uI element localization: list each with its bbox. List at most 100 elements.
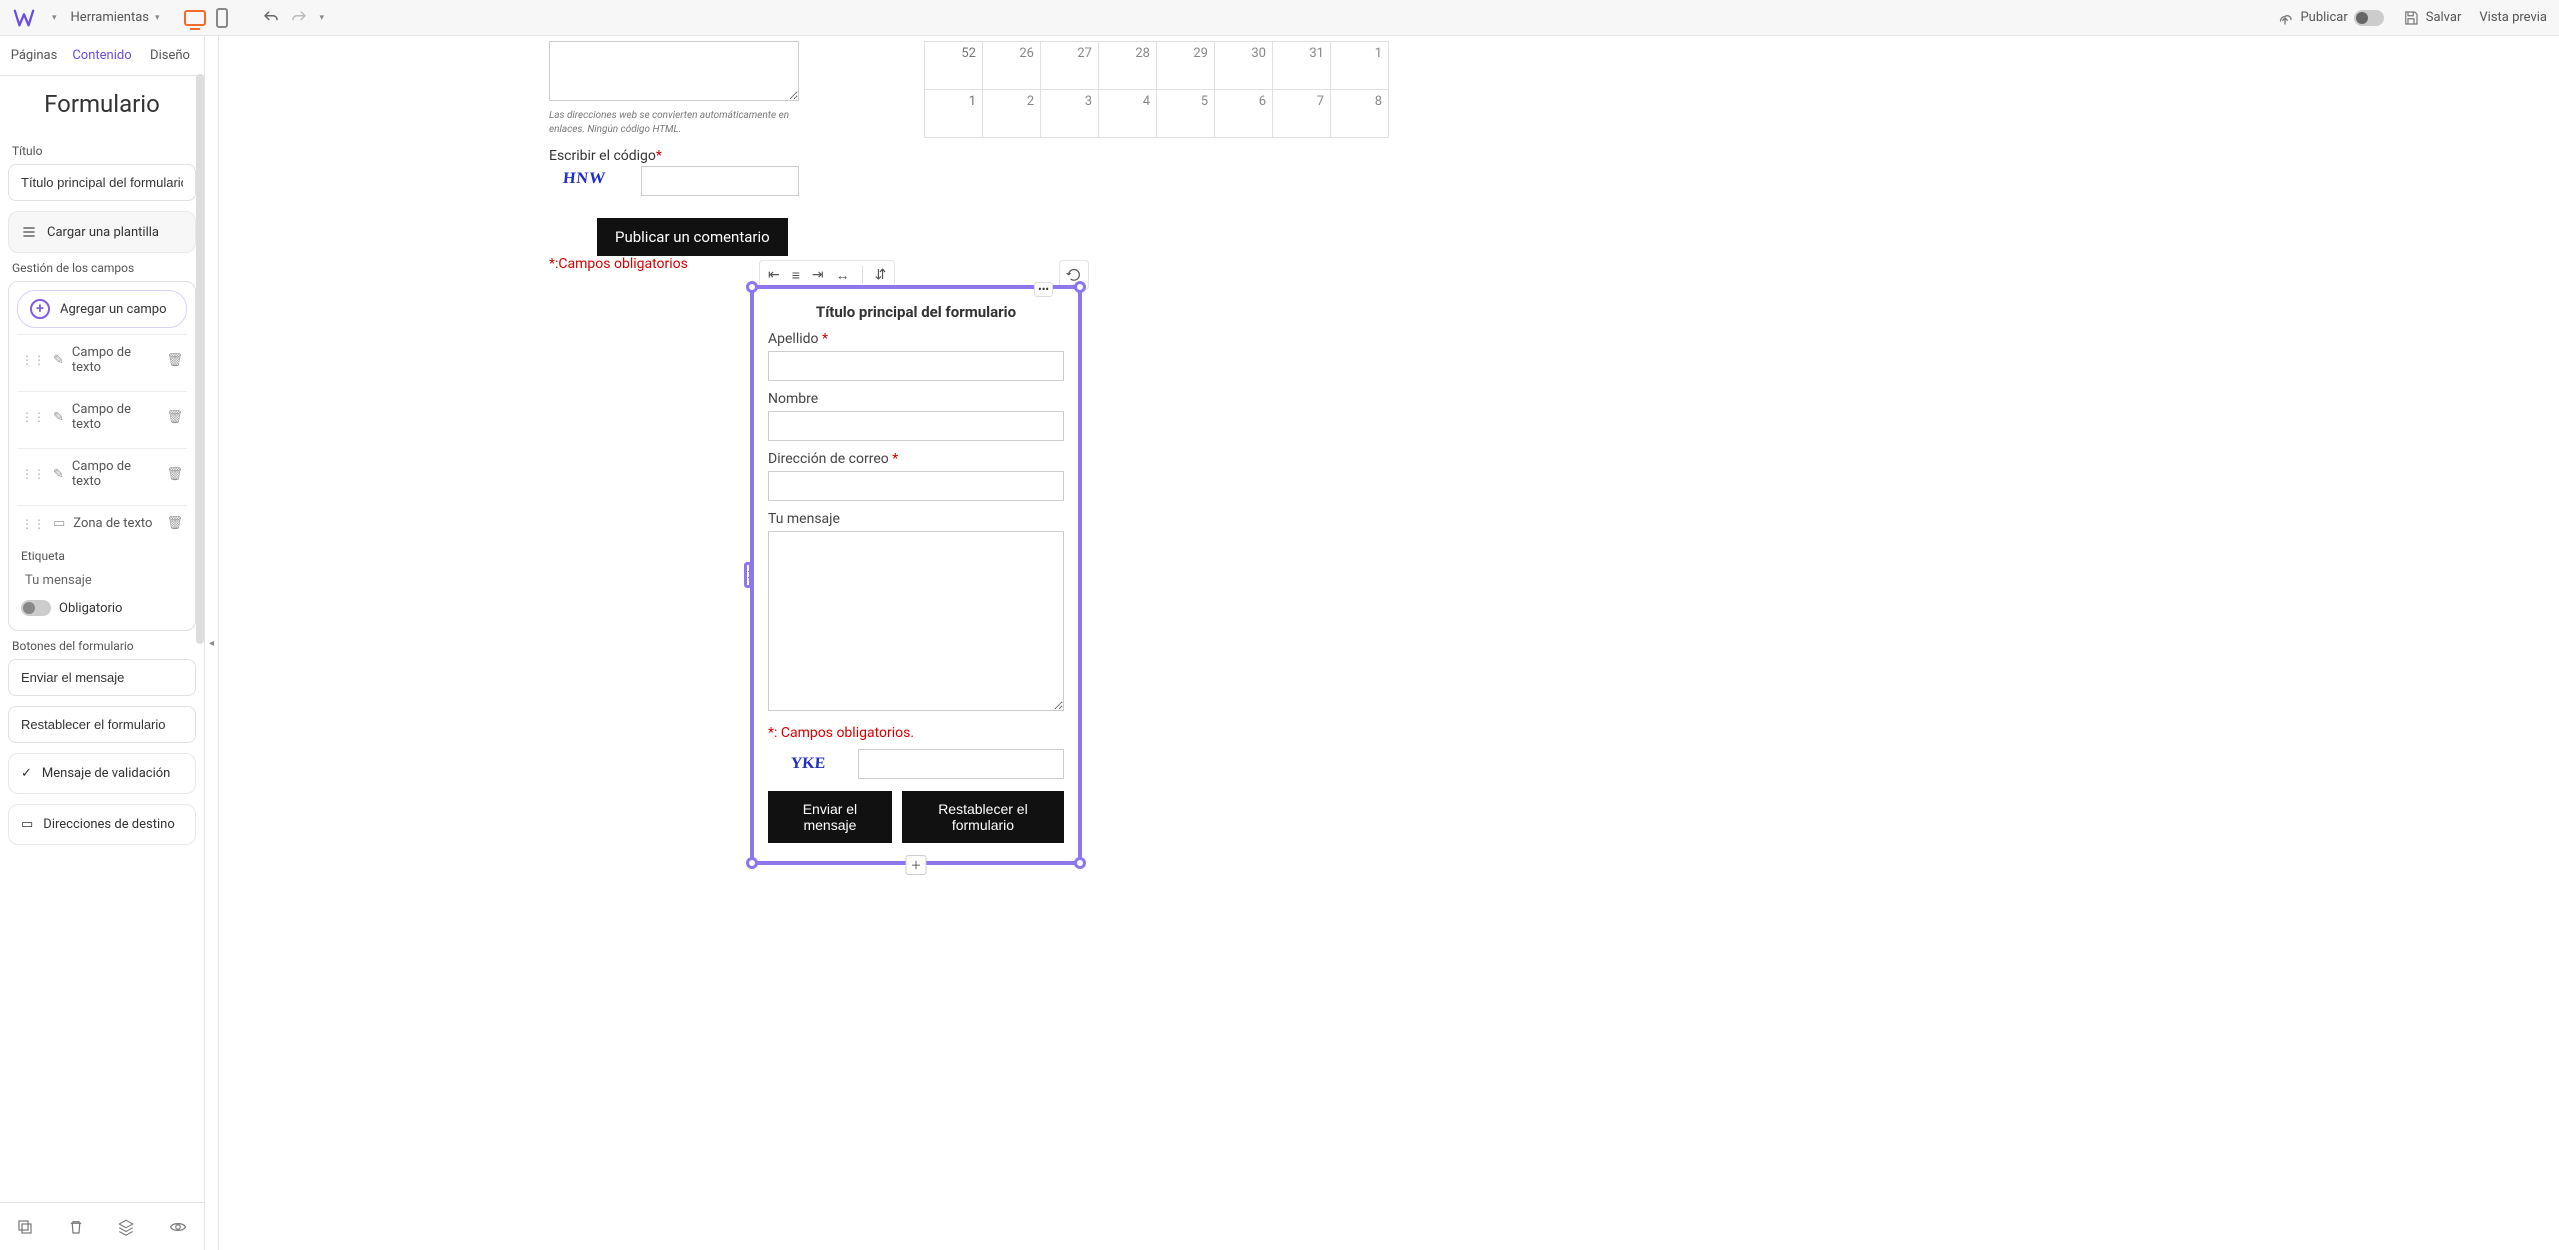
calendar-day[interactable]: 1 — [1331, 42, 1389, 90]
captcha-input[interactable] — [641, 166, 799, 196]
calendar-day[interactable]: 27 — [1041, 42, 1099, 90]
field-item[interactable]: ⋮⋮ ✎ Campo de texto 🗑 — [17, 334, 187, 385]
save-label: Salvar — [2426, 10, 2462, 25]
edit-icon[interactable]: ✎ — [53, 467, 64, 482]
calendar-day[interactable]: 29 — [1157, 42, 1215, 90]
target-addresses-button[interactable]: ▭ Direcciones de destino — [8, 804, 196, 845]
calendar-day[interactable]: 8 — [1331, 90, 1389, 138]
comment-textarea[interactable] — [549, 41, 799, 101]
calendar-row: 52 26 27 28 29 30 31 1 — [925, 42, 1389, 90]
calendar-day[interactable]: 30 — [1215, 42, 1273, 90]
required-toggle[interactable] — [21, 600, 51, 616]
load-template-button[interactable]: Cargar una plantilla — [8, 211, 196, 253]
validation-message-button[interactable]: ✓ Mensaje de validación — [8, 753, 196, 794]
save-button[interactable]: Salvar — [2402, 9, 2462, 27]
tools-dropdown[interactable]: Herramientas ▾ — [71, 10, 160, 25]
publish-comment-button[interactable]: Publicar un comentario — [597, 218, 788, 256]
mensaje-label: Tu mensaje — [768, 511, 1064, 527]
textarea-icon[interactable]: ▭ — [53, 516, 65, 531]
etiqueta-value[interactable]: Tu mensaje — [17, 567, 187, 594]
form-send-button[interactable]: Enviar el mensaje — [768, 791, 892, 843]
trash-icon[interactable]: 🗑 — [166, 516, 183, 531]
history-caret-icon[interactable]: ▾ — [320, 13, 325, 23]
title-label: Título — [12, 144, 192, 158]
layers-icon[interactable] — [117, 1218, 135, 1236]
field-item[interactable]: ⋮⋮ ✎ Campo de texto 🗑 — [17, 448, 187, 499]
visibility-icon[interactable] — [168, 1218, 188, 1236]
week-number[interactable]: 52 — [925, 42, 983, 90]
chevron-left-icon: ◂ — [209, 638, 214, 649]
canvas[interactable]: Las direcciones web se convierten automá… — [219, 36, 2559, 1250]
drag-icon[interactable]: ⋮⋮ — [21, 410, 45, 424]
drag-icon[interactable]: ⋮⋮ — [21, 517, 45, 531]
calendar-day[interactable]: 6 — [1215, 90, 1273, 138]
delete-icon[interactable] — [67, 1218, 85, 1236]
logo-caret-icon[interactable]: ▾ — [52, 13, 57, 23]
autofit-height-icon[interactable]: ⇵ — [875, 267, 887, 283]
desktop-icon[interactable] — [184, 10, 206, 26]
fit-width-icon[interactable]: ↔ — [836, 267, 850, 284]
form-buttons: Enviar el mensaje Restablecer el formula… — [768, 791, 1064, 843]
plus-icon: + — [30, 299, 50, 319]
field-item[interactable]: ⋮⋮ ✎ Campo de texto 🗑 — [17, 391, 187, 442]
field-item[interactable]: ⋮⋮ ▭ Zona de texto 🗑 — [17, 505, 187, 541]
calendar-day[interactable]: 26 — [983, 42, 1041, 90]
form-title-input[interactable] — [8, 164, 196, 201]
more-options-button[interactable]: ••• — [1034, 282, 1053, 297]
edit-icon[interactable]: ✎ — [53, 410, 64, 425]
form-captcha-input[interactable] — [858, 749, 1064, 779]
preview-button[interactable]: Vista previa — [2479, 10, 2547, 25]
add-below-button[interactable]: ＋ — [906, 855, 927, 875]
trash-icon[interactable]: 🗑 — [166, 410, 183, 425]
form-title: Título principal del formulario — [768, 303, 1064, 321]
form-reset-button[interactable]: Restablecer el formulario — [902, 791, 1064, 843]
apellido-label: Apellido * — [768, 331, 1064, 347]
send-button-input[interactable] — [8, 659, 196, 696]
calendar-day[interactable]: 7 — [1273, 90, 1331, 138]
calendar-day[interactable]: 31 — [1273, 42, 1331, 90]
edit-icon[interactable]: ✎ — [53, 353, 64, 368]
logo[interactable] — [12, 6, 36, 30]
undo-icon[interactable] — [262, 9, 280, 27]
week-number[interactable]: 1 — [925, 90, 983, 138]
trash-icon[interactable]: 🗑 — [166, 353, 183, 368]
mensaje-textarea[interactable] — [768, 531, 1064, 711]
drag-icon[interactable]: ⋮⋮ — [21, 353, 45, 367]
align-right-icon[interactable]: ⇥ — [812, 267, 824, 283]
calendar-day[interactable]: 5 — [1157, 90, 1215, 138]
mobile-icon[interactable] — [216, 8, 228, 28]
publish-toggle[interactable] — [2354, 10, 2384, 26]
resize-handle-tl[interactable] — [746, 281, 758, 293]
drag-icon[interactable]: ⋮⋮ — [21, 467, 45, 481]
calendar-day[interactable]: 2 — [983, 90, 1041, 138]
redo-icon[interactable] — [290, 9, 308, 27]
collapse-handle[interactable]: ◂ — [205, 36, 219, 1250]
card-icon: ▭ — [21, 817, 33, 832]
tab-pages[interactable]: Páginas — [0, 36, 68, 75]
sidebar-tabs: Páginas Contenido Diseño — [0, 36, 204, 76]
side-handle[interactable] — [744, 562, 752, 588]
email-input[interactable] — [768, 471, 1064, 501]
calendar-day[interactable]: 28 — [1099, 42, 1157, 90]
nombre-input[interactable] — [768, 411, 1064, 441]
publish-button[interactable]: Publicar — [2276, 9, 2383, 27]
duplicate-icon[interactable] — [16, 1218, 34, 1236]
tab-content[interactable]: Contenido — [68, 36, 136, 75]
sidebar-scrollbar[interactable] — [196, 74, 204, 644]
align-center-icon[interactable]: ≡ — [792, 267, 800, 284]
resize-handle-tr[interactable] — [1074, 281, 1086, 293]
resize-handle-bl[interactable] — [746, 857, 758, 869]
form-widget[interactable]: ＋ Título principal del formulario Apelli… — [750, 285, 1082, 865]
apellido-input[interactable] — [768, 351, 1064, 381]
tab-design[interactable]: Diseño — [136, 36, 204, 75]
calendar-day[interactable]: 3 — [1041, 90, 1099, 138]
reset-button-input[interactable] — [8, 706, 196, 743]
add-field-button[interactable]: + Agregar un campo — [17, 290, 187, 328]
etiqueta-label: Etiqueta — [21, 549, 183, 563]
resize-handle-br[interactable] — [1074, 857, 1086, 869]
sidebar-body: Formulario Título Cargar una plantilla G… — [0, 76, 204, 1202]
calendar-day[interactable]: 4 — [1099, 90, 1157, 138]
trash-icon[interactable]: 🗑 — [166, 467, 183, 482]
sidebar-footer — [0, 1202, 204, 1250]
align-left-icon[interactable]: ⇤ — [768, 267, 780, 283]
